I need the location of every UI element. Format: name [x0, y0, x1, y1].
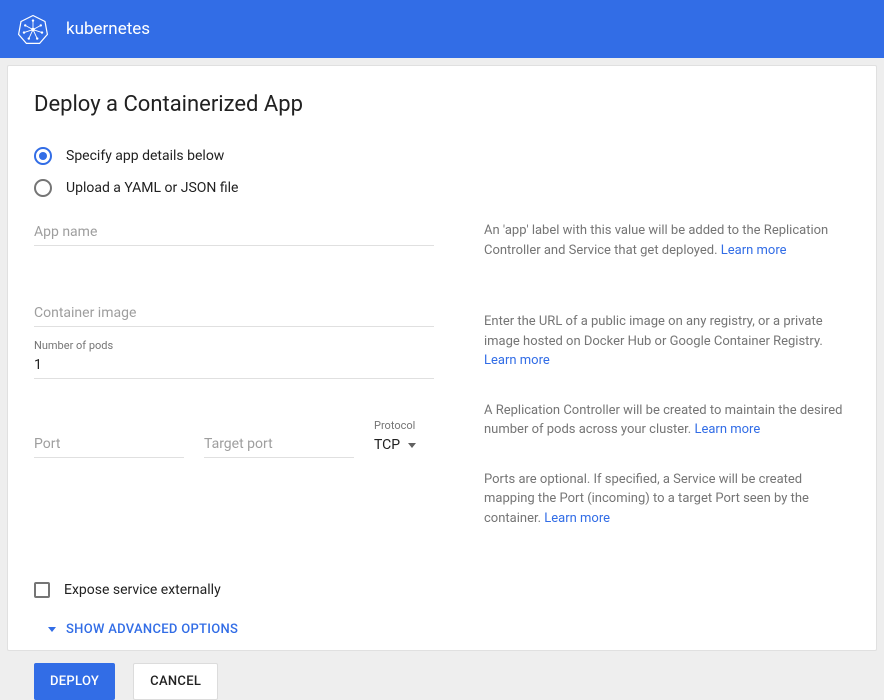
port-input[interactable]: [34, 433, 184, 458]
app-header: kubernetes: [0, 0, 884, 58]
show-advanced-options[interactable]: SHOW ADVANCED OPTIONS: [48, 622, 850, 637]
ports-row: Protocol TCP: [34, 419, 434, 458]
deploy-button[interactable]: DEPLOY: [34, 663, 115, 700]
radio-upload-file[interactable]: Upload a YAML or JSON file: [34, 179, 850, 197]
kubernetes-logo-icon: [18, 14, 48, 44]
radio-checked-icon: [34, 147, 52, 165]
app-name-input[interactable]: [34, 221, 434, 246]
field-port: [34, 433, 184, 458]
radio-label: Upload a YAML or JSON file: [66, 180, 238, 196]
expose-service-checkbox[interactable]: Expose service externally: [34, 582, 850, 598]
advanced-options-label: SHOW ADVANCED OPTIONS: [66, 622, 238, 637]
protocol-label: Protocol: [374, 419, 434, 432]
page-title: Deploy a Containerized App: [34, 92, 850, 117]
app-title: kubernetes: [66, 19, 150, 39]
form-right: An 'app' label with this value will be a…: [484, 221, 850, 576]
protocol-select[interactable]: TCP: [374, 434, 434, 458]
protocol-value: TCP: [374, 437, 400, 453]
button-row: DEPLOY CANCEL: [34, 663, 850, 700]
help-ports: Ports are optional. If specified, a Serv…: [484, 470, 850, 529]
learn-more-link[interactable]: Learn more: [721, 243, 787, 258]
pods-input[interactable]: [34, 354, 434, 379]
container-image-input[interactable]: [34, 302, 434, 327]
learn-more-link[interactable]: Learn more: [544, 511, 610, 526]
form-columns: Number of pods Protocol TCP: [34, 221, 850, 576]
help-container-image: Enter the URL of a public image on any r…: [484, 312, 850, 371]
form-left: Number of pods Protocol TCP: [34, 221, 434, 576]
learn-more-link[interactable]: Learn more: [694, 422, 760, 437]
radio-specify-details[interactable]: Specify app details below: [34, 147, 850, 165]
field-container-image: [34, 302, 434, 327]
radio-unchecked-icon: [34, 179, 52, 197]
field-target-port: [204, 433, 354, 458]
deploy-panel: Deploy a Containerized App Specify app d…: [7, 65, 877, 651]
chevron-down-icon: [408, 443, 416, 448]
learn-more-link[interactable]: Learn more: [484, 353, 550, 368]
checkbox-unchecked-icon: [34, 582, 50, 598]
deploy-mode-radio-group: Specify app details below Upload a YAML …: [34, 147, 850, 197]
chevron-down-icon: [48, 627, 56, 632]
help-pods: A Replication Controller will be created…: [484, 401, 850, 440]
field-number-of-pods: Number of pods: [34, 339, 434, 379]
radio-label: Specify app details below: [66, 148, 224, 164]
field-protocol: Protocol TCP: [374, 419, 434, 458]
checkbox-label: Expose service externally: [64, 582, 221, 598]
field-app-name: [34, 221, 434, 246]
cancel-button[interactable]: CANCEL: [133, 663, 218, 700]
help-app-name: An 'app' label with this value will be a…: [484, 221, 850, 260]
pods-label: Number of pods: [34, 339, 434, 352]
target-port-input[interactable]: [204, 433, 354, 458]
